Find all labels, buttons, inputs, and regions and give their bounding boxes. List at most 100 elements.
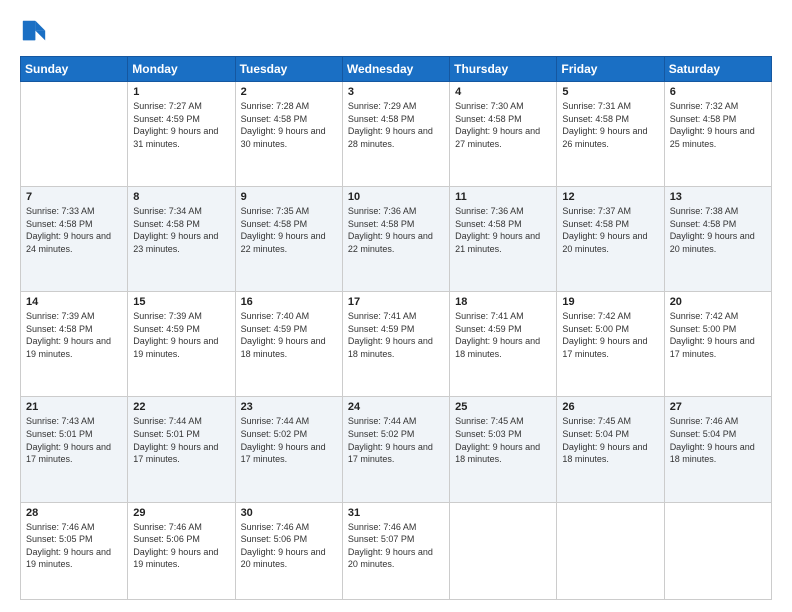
cell-info: Sunrise: 7:46 AMSunset: 5:06 PMDaylight:…: [133, 521, 229, 571]
day-number: 2: [241, 86, 337, 98]
day-number: 12: [562, 191, 658, 203]
calendar-cell: 25 Sunrise: 7:45 AMSunset: 5:03 PMDayligh…: [450, 397, 557, 502]
calendar-cell: 1Sunrise: 7:27 AMSunset: 4:59 PMDaylight…: [128, 82, 235, 187]
day-number: 4: [455, 86, 551, 98]
day-number: 8: [133, 191, 229, 203]
day-number: 18: [455, 296, 551, 308]
cell-info: Sunrise: 7:46 AMSunset: 5:06 PMDaylight:…: [241, 521, 337, 571]
calendar-cell: 15 Sunrise: 7:39 AMSunset: 4:59 PMDayligh…: [128, 292, 235, 397]
day-number: 15: [133, 296, 229, 308]
cell-info: Sunrise: 7:30 AMSunset: 4:58 PMDaylight:…: [455, 100, 551, 150]
calendar-week-row: 1Sunrise: 7:27 AMSunset: 4:59 PMDaylight…: [21, 82, 772, 187]
cell-info: Sunrise: 7:31 AMSunset: 4:58 PMDaylight:…: [562, 100, 658, 150]
calendar-cell: [557, 502, 664, 600]
cell-info: Sunrise: 7:41 AMSunset: 4:59 PMDaylight:…: [455, 310, 551, 360]
header: [20, 18, 772, 46]
day-number: 21: [26, 401, 122, 413]
calendar-header-row: SundayMondayTuesdayWednesdayThursdayFrid…: [21, 57, 772, 82]
day-number: 27: [670, 401, 766, 413]
day-number: 10: [348, 191, 444, 203]
day-number: 19: [562, 296, 658, 308]
calendar-cell: 14 Sunrise: 7:39 AMSunset: 4:58 PMDayligh…: [21, 292, 128, 397]
cell-info: Sunrise: 7:36 AMSunset: 4:58 PMDaylight:…: [455, 205, 551, 255]
col-header-friday: Friday: [557, 57, 664, 82]
cell-info: Sunrise: 7:38 AMSunset: 4:58 PMDaylight:…: [670, 205, 766, 255]
cell-info: Sunrise: 7:36 AMSunset: 4:58 PMDaylight:…: [348, 205, 444, 255]
calendar-cell: [450, 502, 557, 600]
calendar-cell: 27 Sunrise: 7:46 AMSunset: 5:04 PMDayligh…: [664, 397, 771, 502]
logo: [20, 18, 52, 46]
cell-info: Sunrise: 7:28 AMSunset: 4:58 PMDaylight:…: [241, 100, 337, 150]
calendar-week-row: 14 Sunrise: 7:39 AMSunset: 4:58 PMDayligh…: [21, 292, 772, 397]
calendar-cell: 29 Sunrise: 7:46 AMSunset: 5:06 PMDayligh…: [128, 502, 235, 600]
cell-info: Sunrise: 7:33 AMSunset: 4:58 PMDaylight:…: [26, 205, 122, 255]
calendar-cell: 30 Sunrise: 7:46 AMSunset: 5:06 PMDayligh…: [235, 502, 342, 600]
day-number: 3: [348, 86, 444, 98]
cell-info: Sunrise: 7:45 AMSunset: 5:04 PMDaylight:…: [562, 415, 658, 465]
calendar-week-row: 21Sunrise: 7:43 AMSunset: 5:01 PMDayligh…: [21, 397, 772, 502]
day-number: 17: [348, 296, 444, 308]
calendar-cell: 9 Sunrise: 7:35 AMSunset: 4:58 PMDaylight…: [235, 187, 342, 292]
col-header-saturday: Saturday: [664, 57, 771, 82]
calendar-cell: 8Sunrise: 7:34 AMSunset: 4:58 PMDaylight…: [128, 187, 235, 292]
cell-info: Sunrise: 7:44 AMSunset: 5:01 PMDaylight:…: [133, 415, 229, 465]
calendar-cell: [21, 82, 128, 187]
cell-info: Sunrise: 7:46 AMSunset: 5:04 PMDaylight:…: [670, 415, 766, 465]
calendar-week-row: 7 Sunrise: 7:33 AMSunset: 4:58 PMDaylight…: [21, 187, 772, 292]
cell-info: Sunrise: 7:39 AMSunset: 4:59 PMDaylight:…: [133, 310, 229, 360]
day-number: 6: [670, 86, 766, 98]
calendar-cell: 20Sunrise: 7:42 AMSunset: 5:00 PMDayligh…: [664, 292, 771, 397]
calendar-cell: 26Sunrise: 7:45 AMSunset: 5:04 PMDayligh…: [557, 397, 664, 502]
day-number: 30: [241, 507, 337, 519]
calendar-table: SundayMondayTuesdayWednesdayThursdayFrid…: [20, 56, 772, 600]
cell-info: Sunrise: 7:29 AMSunset: 4:58 PMDaylight:…: [348, 100, 444, 150]
calendar-cell: 6 Sunrise: 7:32 AMSunset: 4:58 PMDaylight…: [664, 82, 771, 187]
day-number: 22: [133, 401, 229, 413]
cell-info: Sunrise: 7:39 AMSunset: 4:58 PMDaylight:…: [26, 310, 122, 360]
cell-info: Sunrise: 7:37 AMSunset: 4:58 PMDaylight:…: [562, 205, 658, 255]
day-number: 29: [133, 507, 229, 519]
calendar-cell: 12 Sunrise: 7:37 AMSunset: 4:58 PMDayligh…: [557, 187, 664, 292]
cell-info: Sunrise: 7:46 AMSunset: 5:07 PMDaylight:…: [348, 521, 444, 571]
calendar-cell: 16Sunrise: 7:40 AMSunset: 4:59 PMDayligh…: [235, 292, 342, 397]
cell-info: Sunrise: 7:44 AMSunset: 5:02 PMDaylight:…: [348, 415, 444, 465]
day-number: 25: [455, 401, 551, 413]
calendar-cell: 28Sunrise: 7:46 AMSunset: 5:05 PMDayligh…: [21, 502, 128, 600]
cell-info: Sunrise: 7:46 AMSunset: 5:05 PMDaylight:…: [26, 521, 122, 571]
day-number: 31: [348, 507, 444, 519]
calendar-cell: 24Sunrise: 7:44 AMSunset: 5:02 PMDayligh…: [342, 397, 449, 502]
cell-info: Sunrise: 7:35 AMSunset: 4:58 PMDaylight:…: [241, 205, 337, 255]
calendar-cell: 7 Sunrise: 7:33 AMSunset: 4:58 PMDaylight…: [21, 187, 128, 292]
page: SundayMondayTuesdayWednesdayThursdayFrid…: [0, 0, 792, 612]
calendar-cell: 18 Sunrise: 7:41 AMSunset: 4:59 PMDayligh…: [450, 292, 557, 397]
cell-info: Sunrise: 7:45 AMSunset: 5:03 PMDaylight:…: [455, 415, 551, 465]
cell-info: Sunrise: 7:44 AMSunset: 5:02 PMDaylight:…: [241, 415, 337, 465]
day-number: 14: [26, 296, 122, 308]
day-number: 16: [241, 296, 337, 308]
day-number: 11: [455, 191, 551, 203]
logo-icon: [20, 18, 48, 46]
col-header-thursday: Thursday: [450, 57, 557, 82]
calendar-cell: 10 Sunrise: 7:36 AMSunset: 4:58 PMDayligh…: [342, 187, 449, 292]
col-header-wednesday: Wednesday: [342, 57, 449, 82]
day-number: 9: [241, 191, 337, 203]
calendar-cell: 22 Sunrise: 7:44 AMSunset: 5:01 PMDayligh…: [128, 397, 235, 502]
calendar-cell: 13 Sunrise: 7:38 AMSunset: 4:58 PMDayligh…: [664, 187, 771, 292]
cell-info: Sunrise: 7:32 AMSunset: 4:58 PMDaylight:…: [670, 100, 766, 150]
cell-info: Sunrise: 7:42 AMSunset: 5:00 PMDaylight:…: [670, 310, 766, 360]
col-header-tuesday: Tuesday: [235, 57, 342, 82]
cell-info: Sunrise: 7:42 AMSunset: 5:00 PMDaylight:…: [562, 310, 658, 360]
calendar-cell: 3 Sunrise: 7:29 AMSunset: 4:58 PMDaylight…: [342, 82, 449, 187]
calendar-cell: 4 Sunrise: 7:30 AMSunset: 4:58 PMDaylight…: [450, 82, 557, 187]
day-number: 5: [562, 86, 658, 98]
calendar-cell: 23 Sunrise: 7:44 AMSunset: 5:02 PMDayligh…: [235, 397, 342, 502]
calendar-cell: [664, 502, 771, 600]
day-number: 23: [241, 401, 337, 413]
day-number: 13: [670, 191, 766, 203]
day-number: 7: [26, 191, 122, 203]
calendar-cell: 19 Sunrise: 7:42 AMSunset: 5:00 PMDayligh…: [557, 292, 664, 397]
calendar-cell: 11 Sunrise: 7:36 AMSunset: 4:58 PMDayligh…: [450, 187, 557, 292]
cell-info: Sunrise: 7:41 AMSunset: 4:59 PMDaylight:…: [348, 310, 444, 360]
calendar-cell: 5 Sunrise: 7:31 AMSunset: 4:58 PMDaylight…: [557, 82, 664, 187]
day-number: 1: [133, 86, 229, 98]
